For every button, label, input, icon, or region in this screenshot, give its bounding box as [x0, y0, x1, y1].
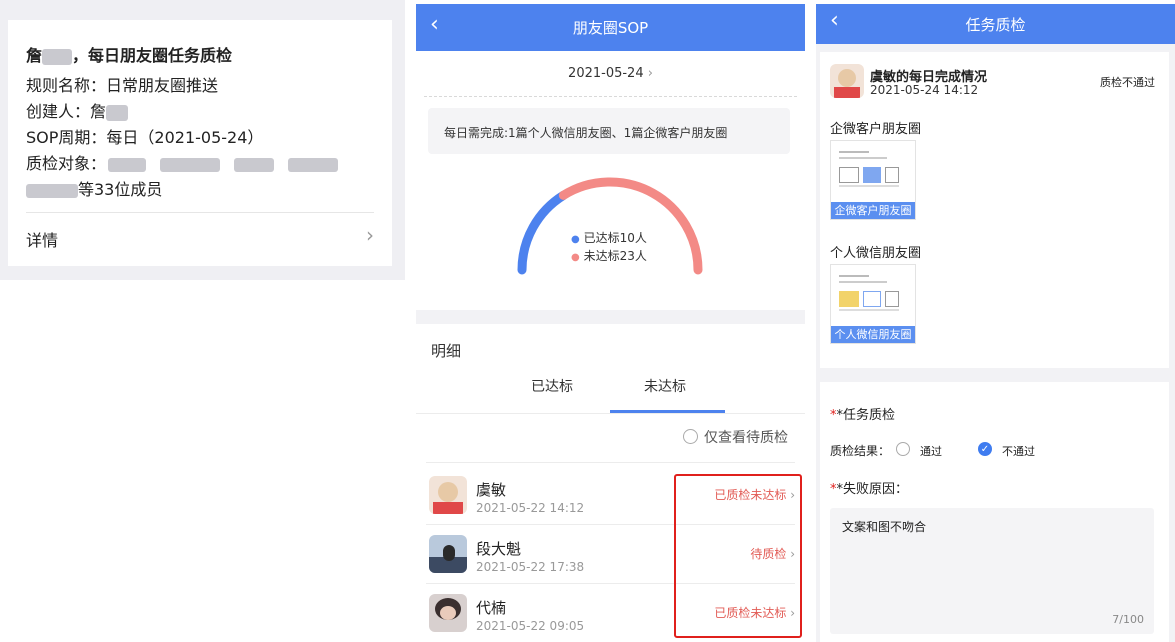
option-fail-label: 不通过 — [1002, 445, 1035, 458]
task-summary-panel: 詹 ，每日朋友圈任务质检 规则名称：日常朋友圈推送 创建人：詹 SOP周期：每日（… — [0, 0, 405, 280]
legend-met-text: 已达标10人 — [583, 231, 647, 245]
radio-pass[interactable] — [896, 442, 910, 456]
filter-radio[interactable] — [683, 429, 698, 444]
sop-cycle: SOP周期：每日（2021-05-24） — [26, 128, 264, 147]
thumbnail-caption: 个人微信朋友圈 — [831, 326, 915, 343]
section-gap — [416, 310, 805, 324]
blurred-name — [234, 157, 275, 172]
member-name: 段大魁 — [476, 540, 522, 558]
qc-title-text: *任务质检 — [836, 408, 896, 423]
task-summary-card: 詹 ，每日朋友圈任务质检 规则名称：日常朋友圈推送 创建人：詹 SOP周期：每日（… — [8, 20, 392, 266]
member-time: 2021-05-22 14:12 — [476, 501, 585, 515]
legend-dot-unmet: ● — [571, 252, 580, 263]
blurred-name — [106, 104, 129, 121]
header-bar: ‹ 朋友圈SOP — [416, 4, 805, 51]
result-label: 质检结果： — [830, 444, 891, 458]
task-title: 詹 ，每日朋友圈任务质检 — [26, 42, 232, 66]
radio-fail[interactable]: ✓ — [978, 442, 992, 456]
detail-label: 详情 — [26, 231, 59, 250]
creator: 创建人：詹 — [26, 98, 129, 122]
header-title: 任务质检 — [965, 16, 1026, 34]
personal-moment-thumbnail[interactable]: 个人微信朋友圈 — [830, 264, 916, 344]
member-name: 代楠 — [476, 599, 507, 617]
qc-title: **任务质检 — [830, 408, 896, 423]
qc-targets: 质检对象： — [26, 150, 339, 174]
task-title-prefix: 詹 — [26, 46, 43, 65]
reason-textarea[interactable]: 文案和图不吻合 7/100 — [830, 508, 1154, 634]
record-card: 虞敏的每日完成情况 2021-05-24 14:12 质检不通过 企微客户朋友圈… — [820, 52, 1169, 368]
option-pass-label: 通过 — [920, 445, 942, 458]
member-count-text: 等33位成员 — [78, 180, 163, 199]
legend-unmet: ● 未达标23人 — [571, 248, 647, 266]
blurred-name — [160, 157, 221, 172]
member-count: 等33位成员 — [26, 176, 162, 200]
section-title: 明细 — [431, 342, 462, 360]
dashed-divider — [424, 96, 797, 97]
legend-met: ● 已达标10人 — [571, 230, 647, 248]
blurred-name — [42, 48, 73, 65]
rule-name: 规则名称：日常朋友圈推送 — [26, 76, 219, 95]
header-bar: ‹ 任务质检 — [816, 4, 1175, 44]
task-qc-panel: ‹ 任务质检 虞敏的每日完成情况 2021-05-24 14:12 质检不通过 … — [816, 4, 1175, 642]
creator-text: 创建人：詹 — [26, 102, 107, 121]
requirement-text: 每日需完成:1篇个人微信朋友圈、1篇企微客户朋友圈 — [444, 126, 728, 140]
tab-unmet[interactable]: 未达标 — [644, 376, 686, 396]
divider — [426, 462, 795, 463]
member-name: 虞敏 — [476, 481, 507, 499]
avatar — [830, 64, 864, 98]
pending-filter[interactable]: 仅查看待质检 — [683, 427, 788, 447]
legend-unmet-text: 未达标23人 — [583, 249, 647, 263]
member-time: 2021-05-22 17:38 — [476, 560, 585, 574]
qc-form: **任务质检 质检结果： 通过 ✓ 不通过 **失败原因： 文案和图不吻合 7/… — [820, 382, 1169, 642]
record-status: 质检不通过 — [1100, 76, 1155, 89]
record-time: 2021-05-24 14:12 — [870, 83, 979, 97]
reason-label-text: *失败原因： — [836, 482, 909, 497]
reason-label: **失败原因： — [830, 482, 909, 497]
detail-link[interactable]: 详情 › — [8, 213, 392, 259]
filter-label: 仅查看待质检 — [704, 430, 788, 446]
blurred-name — [26, 183, 78, 198]
blurred-name — [288, 157, 339, 172]
date-selector[interactable]: 2021-05-24 › — [416, 66, 805, 81]
enterprise-moment-thumbnail[interactable]: 企微客户朋友圈 — [830, 140, 916, 220]
legend-dot-met: ● — [571, 234, 580, 245]
gauge-arc-met — [517, 190, 568, 275]
header-title: 朋友圈SOP — [572, 19, 649, 37]
thumbnail-caption: 企微客户朋友圈 — [831, 202, 915, 219]
avatar — [429, 476, 467, 514]
avatar — [429, 535, 467, 573]
task-title-suffix: ，每日朋友圈任务质检 — [72, 46, 233, 65]
gauge-legend: ● 已达标10人 ● 未达标23人 — [571, 230, 647, 266]
char-count: 7/100 — [1112, 613, 1144, 626]
chevron-right-icon: › — [647, 66, 653, 81]
qc-target-label: 质检对象： — [26, 154, 107, 173]
tab-met[interactable]: 已达标 — [531, 376, 573, 396]
requirement-box: 每日需完成:1篇个人微信朋友圈、1篇企微客户朋友圈 — [428, 108, 790, 154]
section-enterprise: 企微客户朋友圈 — [830, 122, 922, 137]
reason-text: 文案和图不吻合 — [842, 520, 927, 534]
section-personal: 个人微信朋友圈 — [830, 246, 922, 261]
status-highlight-box — [674, 474, 802, 638]
chevron-right-icon: › — [366, 223, 374, 247]
avatar — [429, 594, 467, 632]
blurred-name — [108, 157, 147, 172]
member-time: 2021-05-22 09:05 — [476, 619, 585, 633]
tab-divider — [416, 413, 805, 414]
sop-panel: ‹ 朋友圈SOP 2021-05-24 › 每日需完成:1篇个人微信朋友圈、1篇… — [416, 4, 805, 642]
date-value: 2021-05-24 — [568, 66, 644, 81]
